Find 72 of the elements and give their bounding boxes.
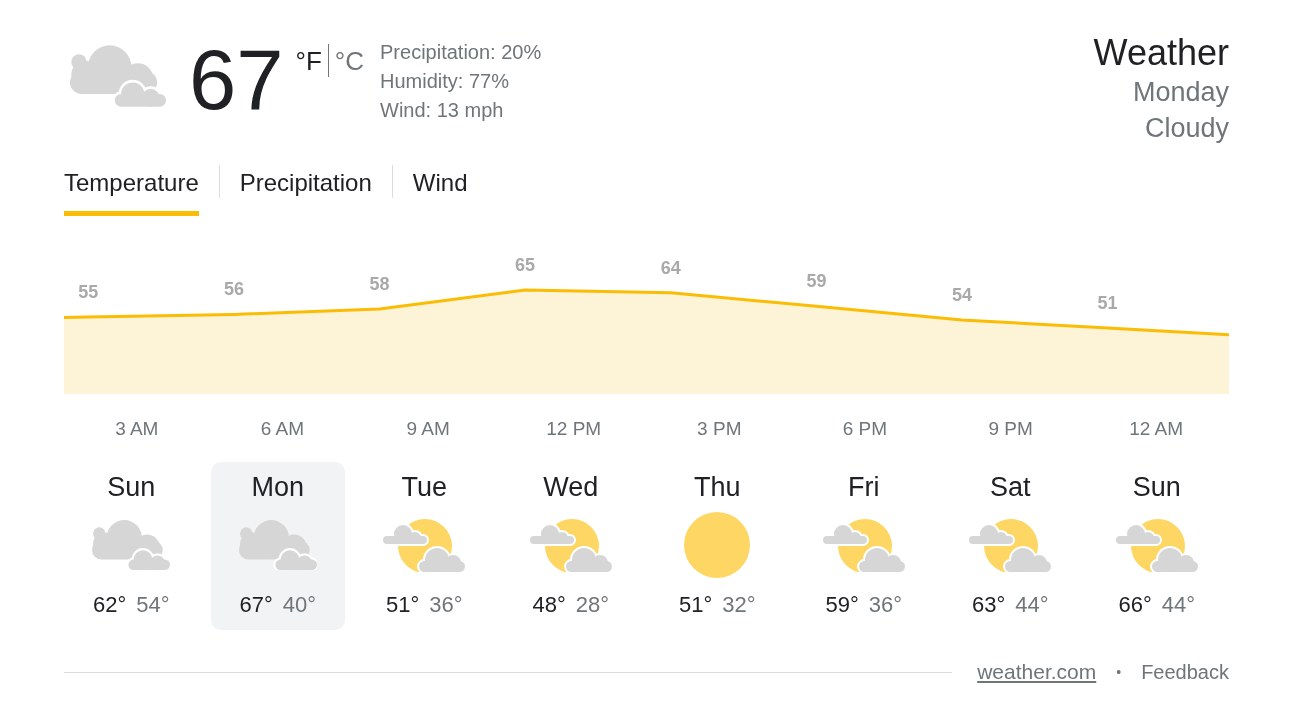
day-tile[interactable]: Fri 59° 36° bbox=[797, 462, 931, 630]
day-tile[interactable]: Thu 51° 32° bbox=[650, 462, 784, 630]
temperature-text: 67 bbox=[189, 37, 284, 122]
high-temperature: 63° bbox=[971, 592, 1006, 618]
temperature-reading: 54 bbox=[952, 284, 972, 305]
time-label: 6 AM bbox=[260, 417, 305, 439]
time-label: 9 AM bbox=[406, 417, 450, 439]
tab[interactable]: Wind bbox=[412, 160, 468, 216]
tab[interactable]: Temperature bbox=[64, 160, 199, 216]
sun-cloud-icon bbox=[822, 518, 905, 572]
low-temperature: 36° bbox=[868, 592, 903, 618]
separator-text: • bbox=[1116, 664, 1122, 680]
day-name: Sun bbox=[107, 474, 156, 501]
day-name: Mon bbox=[251, 474, 304, 501]
time-label: 3 PM bbox=[697, 417, 742, 439]
high-temperature: 48° bbox=[532, 592, 566, 618]
day-tile[interactable]: Tue 51° 36° bbox=[357, 462, 491, 630]
day-tile[interactable]: Sun 62° 54° bbox=[64, 462, 198, 630]
time-label: 6 PM bbox=[842, 417, 888, 439]
day-tile[interactable]: Mon 67° 40° bbox=[211, 462, 345, 630]
temperature-reading: 55 bbox=[78, 282, 99, 303]
feedback-link[interactable]: Feedback bbox=[1141, 660, 1229, 684]
day-name: Fri bbox=[848, 474, 880, 501]
low-temperature: 36° bbox=[429, 592, 463, 618]
widget-title: Weather bbox=[1093, 32, 1229, 74]
time-label: 3 AM bbox=[115, 417, 159, 439]
day-tile[interactable]: Sat 63° 44° bbox=[943, 462, 1077, 630]
source-link[interactable]: weather.com bbox=[977, 660, 1097, 684]
low-temperature: 28° bbox=[575, 592, 610, 618]
day-text: Monday bbox=[1132, 76, 1229, 109]
low-temperature: 40° bbox=[282, 592, 317, 618]
day-name: Wed bbox=[543, 474, 599, 501]
condition-text: Cloudy bbox=[1144, 112, 1229, 145]
weather-detail: Humidity: 77% bbox=[380, 69, 510, 94]
time-label: 12 AM bbox=[1129, 417, 1184, 439]
low-temperature: 54° bbox=[136, 592, 170, 618]
temperature-reading: 58 bbox=[369, 274, 390, 294]
high-temperature: 51° bbox=[678, 592, 713, 618]
temperature-reading: 56 bbox=[223, 279, 244, 300]
sun-cloud-icon bbox=[1115, 518, 1198, 572]
clouds-icon bbox=[70, 45, 166, 107]
day-tile[interactable]: Sun 66° 44° bbox=[1090, 462, 1224, 630]
temperature-reading: 65 bbox=[515, 255, 536, 275]
day-name: Tue bbox=[401, 474, 447, 501]
clouds-icon bbox=[238, 520, 317, 570]
unit-toggle[interactable]: °F bbox=[295, 45, 322, 76]
weather-detail: Precipitation: 20% bbox=[380, 40, 542, 65]
low-temperature: 44° bbox=[1015, 592, 1049, 618]
sun-icon bbox=[684, 512, 751, 578]
time-label: 9 PM bbox=[988, 417, 1033, 439]
high-temperature: 66° bbox=[1118, 592, 1152, 618]
temperature-reading: 64 bbox=[660, 257, 681, 278]
high-temperature: 51° bbox=[385, 592, 420, 618]
clouds-icon bbox=[92, 520, 171, 570]
day-name: Thu bbox=[694, 474, 741, 501]
temperature-reading: 51 bbox=[1097, 293, 1118, 313]
time-label: 12 PM bbox=[546, 417, 602, 439]
low-temperature: 32° bbox=[722, 592, 756, 618]
high-temperature: 59° bbox=[825, 592, 859, 618]
unit-toggle[interactable]: °C bbox=[334, 45, 364, 76]
high-temperature: 67° bbox=[239, 592, 273, 618]
day-tile[interactable]: Wed 48° 28° bbox=[504, 462, 638, 630]
tab[interactable]: Precipitation bbox=[239, 160, 372, 216]
day-name: Sun bbox=[1132, 474, 1181, 501]
day-name: Sat bbox=[990, 474, 1031, 501]
sun-cloud-icon bbox=[529, 518, 612, 572]
temperature-reading: 59 bbox=[806, 271, 827, 292]
sun-cloud-icon bbox=[969, 518, 1052, 572]
low-temperature: 44° bbox=[1161, 592, 1196, 618]
sun-cloud-icon bbox=[383, 518, 466, 572]
high-temperature: 62° bbox=[92, 592, 127, 618]
weather-detail: Wind: 13 mph bbox=[380, 98, 505, 123]
